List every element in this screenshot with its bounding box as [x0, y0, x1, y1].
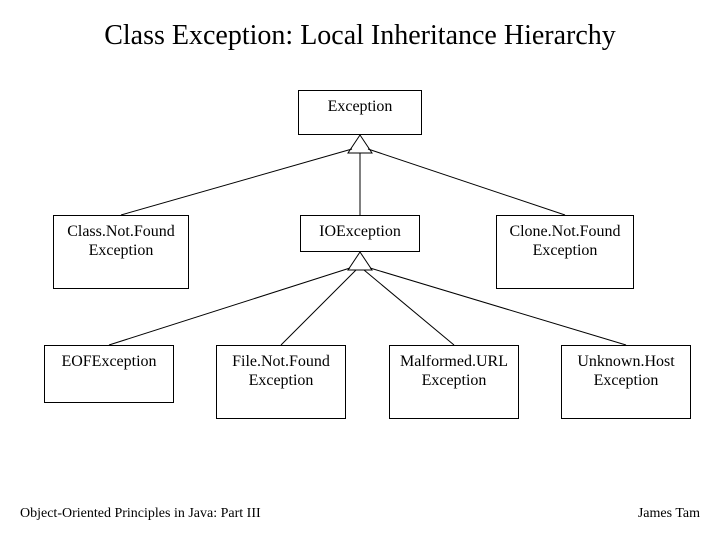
footer-right: James Tam: [638, 506, 700, 522]
node-malformed-url-exception: Malformed.URL Exception: [389, 345, 519, 419]
node-io-exception: IOException: [300, 215, 420, 252]
node-file-not-found-exception: File.Not.Found Exception: [216, 345, 346, 419]
slide-title: Class Exception: Local Inheritance Hiera…: [0, 20, 720, 52]
node-class-not-found-exception: Class.Not.Found Exception: [53, 215, 189, 289]
node-eof-exception: EOFException: [44, 345, 174, 403]
node-clone-not-found-exception: Clone.Not.Found Exception: [496, 215, 634, 289]
node-exception: Exception: [298, 90, 422, 135]
node-unknown-host-exception: Unknown.Host Exception: [561, 345, 691, 419]
footer-left: Object-Oriented Principles in Java: Part…: [20, 506, 261, 522]
